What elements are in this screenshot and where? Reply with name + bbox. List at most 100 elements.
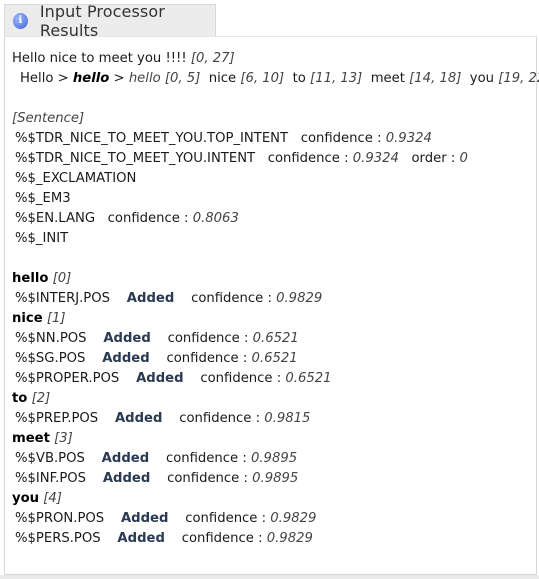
word-header: nice [1] bbox=[12, 309, 539, 329]
tag-name: %$PREP.POS bbox=[15, 411, 99, 426]
added-label: Added bbox=[102, 351, 150, 366]
word-index: [4] bbox=[43, 491, 62, 506]
confidence-label: confidence : bbox=[267, 151, 349, 166]
word-blocks: hello [0] %$INTERJ.POS Added confidence :… bbox=[12, 269, 539, 549]
word-index: [3] bbox=[54, 431, 73, 446]
sentence-row: %$EN.LANG confidence : 0.8063 bbox=[12, 209, 539, 229]
sentence-rows: %$TDR_NICE_TO_MEET_YOU.TOP_INTENT confid… bbox=[12, 129, 539, 249]
feature-name: %$TDR_NICE_TO_MEET_YOU.TOP_INTENT bbox=[15, 131, 289, 146]
tag-name: %$PRON.POS bbox=[15, 511, 105, 526]
token-sep: > bbox=[113, 71, 125, 86]
token-range: [6, 10] bbox=[240, 71, 285, 86]
confidence-value: 0.9324 bbox=[352, 151, 399, 166]
confidence-label: confidence : bbox=[185, 511, 267, 526]
word-index: [1] bbox=[46, 311, 66, 326]
tab-title: Input Processor Results bbox=[39, 1, 165, 40]
order-value: 0 bbox=[459, 151, 468, 166]
confidence-value: 0.6521 bbox=[285, 371, 332, 386]
word-header: meet [3] bbox=[12, 429, 539, 449]
confidence-value: 0.9829 bbox=[270, 511, 317, 526]
info-icon: i bbox=[13, 12, 28, 29]
confidence-value: 0.9815 bbox=[264, 411, 311, 426]
tag-name: %$NN.POS bbox=[15, 331, 87, 346]
sentence-row: %$_INIT bbox=[12, 229, 539, 249]
feature-name: %$_INIT bbox=[15, 231, 69, 246]
word-index: [0] bbox=[52, 271, 72, 286]
tag-row: %$VB.POS Added confidence : 0.9895 bbox=[12, 449, 539, 469]
tag-row: %$PRON.POS Added confidence : 0.9829 bbox=[12, 509, 539, 529]
token-word: meet bbox=[370, 71, 405, 86]
order-label: order : bbox=[411, 151, 456, 166]
added-label: Added bbox=[126, 291, 175, 306]
confidence-value: 0.6521 bbox=[251, 351, 298, 366]
results-content: Hello nice to meet you !!!! [0, 27] Hell… bbox=[12, 49, 539, 549]
tag-row: %$INF.POS Added confidence : 0.9895 bbox=[12, 469, 539, 489]
feature-name: %$_EM3 bbox=[15, 191, 71, 206]
token-range: [19, 22] bbox=[498, 71, 539, 86]
token-lower: hello bbox=[128, 71, 161, 86]
input-line: Hello nice to meet you !!!! [0, 27] bbox=[12, 49, 539, 69]
word-header: hello [0] bbox=[12, 269, 539, 289]
word-label: meet bbox=[12, 431, 50, 446]
added-label: Added bbox=[136, 371, 184, 386]
tag-name: %$INF.POS bbox=[15, 471, 87, 486]
word-label: nice bbox=[12, 311, 43, 326]
input-range: [0, 27] bbox=[190, 51, 235, 66]
confidence-label: confidence : bbox=[167, 331, 249, 346]
sentence-row: %$TDR_NICE_TO_MEET_YOU.TOP_INTENT confid… bbox=[12, 129, 539, 149]
feature-name: %$TDR_NICE_TO_MEET_YOU.INTENT bbox=[15, 151, 256, 166]
divider bbox=[4, 36, 537, 37]
tag-name: %$INTERJ.POS bbox=[15, 291, 111, 306]
token-range: [0, 5] bbox=[164, 71, 201, 86]
tag-name: %$PROPER.POS bbox=[15, 371, 120, 386]
confidence-value: 0.9895 bbox=[252, 471, 299, 486]
word-label: you bbox=[12, 491, 40, 506]
confidence-label: confidence : bbox=[107, 211, 189, 226]
word-label: hello bbox=[12, 271, 49, 286]
sentence-row: %$TDR_NICE_TO_MEET_YOU.INTENT confidence… bbox=[12, 149, 539, 169]
tag-row: %$INTERJ.POS Added confidence : 0.9829 bbox=[12, 289, 539, 309]
tag-row: %$PROPER.POS Added confidence : 0.6521 bbox=[12, 369, 539, 389]
added-label: Added bbox=[120, 511, 169, 526]
confidence-label: confidence : bbox=[179, 411, 261, 426]
token-word: to bbox=[292, 71, 306, 86]
confidence-value: 0.9324 bbox=[385, 131, 432, 146]
tag-name: %$PERS.POS bbox=[15, 531, 101, 546]
added-label: Added bbox=[114, 411, 163, 426]
added-label: Added bbox=[102, 471, 151, 486]
word-header: you [4] bbox=[12, 489, 539, 509]
confidence-label: confidence : bbox=[165, 451, 247, 466]
feature-name: %$_EXCLAMATION bbox=[15, 171, 137, 186]
confidence-value: 0.6521 bbox=[252, 331, 299, 346]
added-label: Added bbox=[103, 331, 151, 346]
word-header: to [2] bbox=[12, 389, 539, 409]
feature-name: %$EN.LANG bbox=[15, 211, 96, 226]
tag-row: %$PERS.POS Added confidence : 0.9829 bbox=[12, 529, 539, 549]
results-tab[interactable]: i Input Processor Results bbox=[4, 2, 216, 40]
tag-row: %$NN.POS Added confidence : 0.6521 bbox=[12, 329, 539, 349]
token-list: nice [6, 10] to [11, 13] meet [14, 18] y… bbox=[200, 71, 539, 86]
word-label: to bbox=[12, 391, 28, 406]
confidence-label: confidence : bbox=[200, 371, 282, 386]
confidence-value: 0.8063 bbox=[192, 211, 239, 226]
token-range: [14, 18] bbox=[409, 71, 462, 86]
confidence-value: 0.9829 bbox=[276, 291, 323, 306]
token-word: you bbox=[469, 71, 495, 86]
tag-name: %$VB.POS bbox=[15, 451, 85, 466]
input-text: Hello nice to meet you !!!! bbox=[12, 51, 187, 66]
confidence-value: 0.9895 bbox=[250, 451, 298, 466]
token-normalized: hello bbox=[72, 71, 110, 86]
sentence-label: [Sentence] bbox=[12, 111, 85, 126]
tag-row: %$SG.POS Added confidence : 0.6521 bbox=[12, 349, 539, 369]
added-label: Added bbox=[101, 451, 150, 466]
confidence-label: confidence : bbox=[300, 131, 382, 146]
tag-row: %$PREP.POS Added confidence : 0.9815 bbox=[12, 409, 539, 429]
token-line: Hello > hello > hello [0, 5] nice [6, 10… bbox=[12, 69, 539, 89]
sentence-row: %$_EM3 bbox=[12, 189, 539, 209]
confidence-label: confidence : bbox=[166, 351, 248, 366]
confidence-label: confidence : bbox=[181, 531, 263, 546]
added-label: Added bbox=[117, 531, 165, 546]
sentence-row: %$_EXCLAMATION bbox=[12, 169, 539, 189]
